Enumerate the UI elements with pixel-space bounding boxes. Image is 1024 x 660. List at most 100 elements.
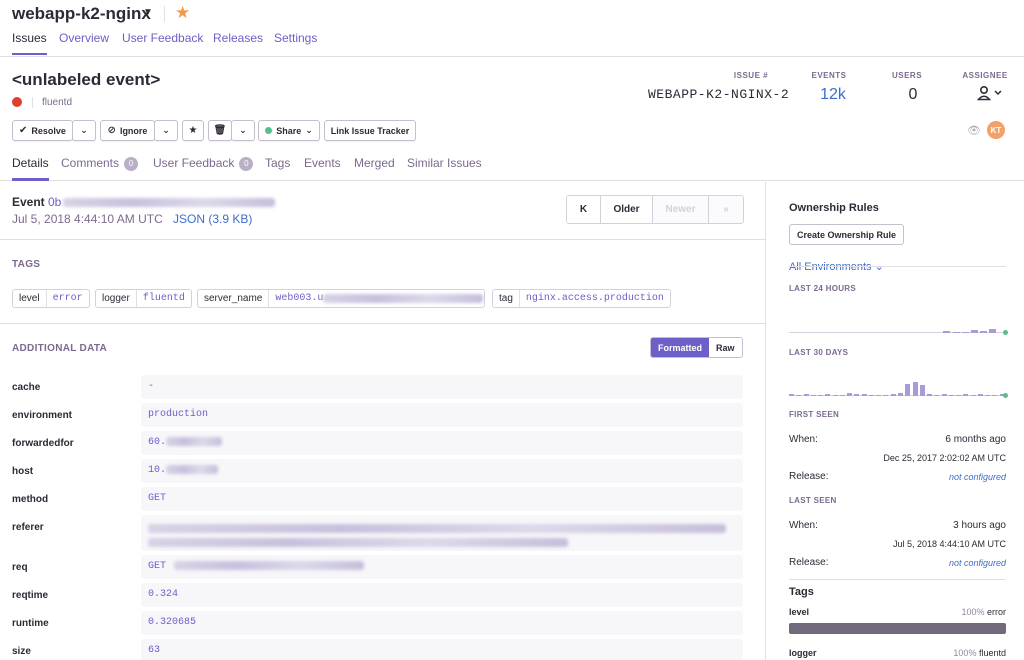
data-value-text: 10. [148,465,167,477]
chart-bar [912,382,918,396]
create-ownership-rule-button[interactable]: Create Ownership Rule [789,224,905,245]
chart-bar [847,393,853,396]
chart-bar [948,395,954,396]
ignore-options-button[interactable]: ⌄ [154,120,178,141]
tab-similar-issues[interactable]: Similar Issues [407,156,482,181]
link-issue-tracker-button[interactable]: Link Issue Tracker [324,120,416,141]
data-value: 60. [141,431,743,455]
error-level-indicator [12,97,22,107]
avatar[interactable]: KT [987,121,1005,139]
share-label: Share [276,125,302,136]
newer-event-button[interactable]: Newer [653,196,709,223]
tab-user-feedback[interactable]: User Feedback [122,31,203,53]
redacted-text [166,465,219,474]
resolve-button[interactable]: ✔ Resolve [12,120,73,141]
event-json-link[interactable]: JSON (3.9 KB) [173,212,252,226]
chart-bar [970,330,978,333]
tag-key: level [13,290,47,307]
chart-bar [977,394,983,396]
tag-pill[interactable]: level error [12,289,90,308]
tag-value[interactable]: error [47,290,89,307]
tag-value[interactable]: nginx.access.production [520,290,670,307]
last-24-hours-chart [789,312,1008,335]
redacted-text [148,538,568,547]
chart-end-marker [1003,330,1008,335]
tab-issues[interactable]: Issues [12,31,47,55]
tab-releases[interactable]: Releases [213,31,263,53]
tag-pill[interactable]: tag nginx.access.production [492,289,671,308]
chevron-down-icon: ⌄ [874,261,884,273]
data-key: method [12,494,49,505]
chart-bar [796,395,802,396]
assignee-user-icon[interactable] [976,85,1003,104]
tag-logger-value: 100% fluentd [953,648,1006,658]
last-seen-date: Jul 5, 2018 4:44:10 AM UTC [892,539,1006,549]
last-seen-release-label: Release: [789,557,829,568]
events-count[interactable]: 12k [803,86,863,104]
feedback-count-badge: 0 [239,157,254,171]
redacted-text [63,198,276,208]
chart-bar [941,394,947,396]
ignore-button[interactable]: ⊘ Ignore [100,120,155,141]
project-name[interactable]: webapp-k2-nginx [12,4,151,24]
comments-count-badge: 0 [124,157,139,171]
tags-section: TAGS level error logger fluentd server_nam… [0,240,766,324]
chart-bar [934,395,940,396]
tab-merged[interactable]: Merged [354,156,395,181]
formatted-toggle[interactable]: Formatted [651,338,710,357]
tab-tags[interactable]: Tags [265,156,290,181]
data-key: cache [12,382,41,393]
chevron-down-icon[interactable]: ▼ [143,7,153,18]
star-icon[interactable]: ★ [175,3,190,23]
divider [789,266,1006,267]
chart-bar [876,395,882,396]
chevron-down-icon: ⌄ [80,125,88,135]
chart-bar [868,395,874,396]
tab-user-feedback[interactable]: User Feedback 0 [153,156,254,181]
tab-overview[interactable]: Overview [59,31,109,53]
share-button[interactable]: Share ⌄ [258,120,320,141]
tag-value[interactable]: web003.u [269,290,484,307]
chart-bar [789,394,794,396]
last-seen-release[interactable]: not configured [949,558,1006,568]
tag-value[interactable]: fluentd [137,290,191,307]
chart-bar [818,395,824,396]
chart-bar [832,395,838,396]
bookmark-button[interactable]: ★ [182,120,204,141]
chart-bar [905,384,911,396]
data-key: referer [12,522,44,533]
issue-number-label: ISSUE # [733,71,769,80]
oldest-event-button[interactable]: K [567,196,601,223]
event-id[interactable]: 0b [48,195,276,209]
tab-comments[interactable]: Comments 0 [61,156,139,181]
data-key: runtime [12,618,49,629]
redacted-text [323,294,484,303]
tag-pill[interactable]: server_name web003.u [197,289,485,308]
eye-icon[interactable]: 👁 [967,124,981,137]
chart-bar [956,395,962,396]
status-dot [265,127,273,134]
raw-toggle[interactable]: Raw [709,338,742,357]
delete-options-button[interactable]: ⌄ [231,120,255,141]
tab-comments-label: Comments [61,156,120,170]
environment-label: All Environments [789,261,872,273]
tab-settings[interactable]: Settings [274,31,317,53]
issue-number: WEBAPP-K2-NGINX-2 [648,87,790,102]
chart-bar [985,395,991,396]
first-seen-release[interactable]: not configured [949,472,1006,482]
tab-details[interactable]: Details [12,156,49,181]
data-value: 10. [141,459,743,483]
tab-events[interactable]: Events [304,156,341,181]
ignore-label: Ignore [119,125,148,136]
newest-event-button[interactable]: » [709,196,743,223]
tag-pill[interactable]: logger fluentd [95,289,192,308]
assignee-label: ASSIGNEE [962,71,1008,80]
issue-title: <unlabeled event> [12,70,161,89]
users-count: 0 [908,86,918,103]
last-30-days-chart [789,362,1008,398]
format-toggle: Formatted Raw [650,337,743,358]
tag-level-bar[interactable] [789,623,1006,634]
resolve-options-button[interactable]: ⌄ [72,120,96,141]
older-event-button[interactable]: Older [601,196,653,223]
delete-button[interactable]: 🗑 [208,120,232,141]
